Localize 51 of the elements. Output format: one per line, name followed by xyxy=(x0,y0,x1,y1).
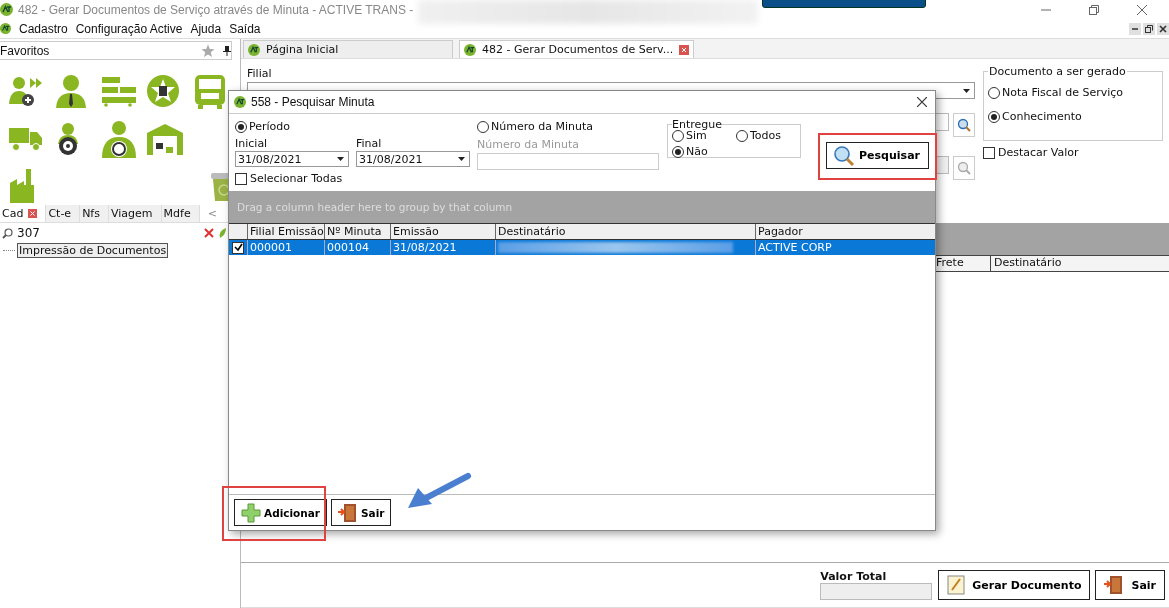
date-picker[interactable]: 31/08/2021 xyxy=(356,151,470,167)
search-button[interactable]: Pesquisar xyxy=(826,142,929,169)
tab[interactable]: Ct-e xyxy=(46,204,81,222)
table-cell: 000104 xyxy=(324,240,390,255)
tab[interactable]: Nfs xyxy=(80,204,109,222)
column-header[interactable]: Frete xyxy=(933,256,990,271)
scroll-left-button[interactable]: < xyxy=(199,206,225,220)
field-label: Final xyxy=(356,137,383,151)
column-header[interactable]: Emissão xyxy=(390,224,495,239)
radio-option[interactable]: Não xyxy=(672,145,736,159)
table-cell: 000001 xyxy=(247,240,324,255)
column-header[interactable]: Destinatário xyxy=(495,224,755,239)
column-header[interactable]: Nº Minuta xyxy=(324,224,390,239)
radio-option[interactable]: Período xyxy=(235,120,473,134)
column-header[interactable]: Filial Emissão xyxy=(247,224,324,239)
table-row[interactable]: 000001 000104 31/08/2021 ACTIVE CORP xyxy=(229,240,935,255)
field-label: Filial xyxy=(247,67,273,81)
exit-button[interactable]: Sair xyxy=(1095,570,1165,600)
menu-item[interactable]: Configuração Active xyxy=(75,21,183,36)
radio-option[interactable]: Nota Fiscal de Serviço xyxy=(988,86,1158,100)
field-label: Inicial xyxy=(235,137,269,151)
checkbox-option[interactable]: Destacar Valor xyxy=(983,146,1163,159)
group-title: Documento a ser gerado xyxy=(988,65,1127,78)
field-label: Número da Minuta xyxy=(477,138,580,152)
exit-button[interactable]: Sair xyxy=(331,499,392,526)
dialog-title: 558 - Pesquisar Minuta xyxy=(251,95,375,109)
generate-button[interactable]: Gerar Documento xyxy=(938,570,1091,600)
menu-item[interactable]: Saída xyxy=(229,21,261,36)
tab[interactable]: Viagem xyxy=(109,204,162,222)
window-title: 482 - Gerar Documentos de Serviço através de Minuta - ACTIVE TRANS - xyxy=(18,2,414,17)
document-tab[interactable]: Página Inicial xyxy=(243,40,453,58)
document-tab[interactable]: 482 - Gerar Documentos de Serv... xyxy=(459,40,695,58)
group-title: Entregue xyxy=(672,118,722,131)
column-header[interactable]: Destinatário xyxy=(990,256,1169,271)
date-picker[interactable]: 31/08/2021 xyxy=(235,151,349,167)
menu-item[interactable]: Ajuda xyxy=(190,21,222,36)
tab[interactable]: Cad xyxy=(0,204,47,222)
table-cell: ACTIVE CORP xyxy=(755,240,935,255)
menu-item[interactable]: Cadastro xyxy=(19,21,68,36)
checkbox-option[interactable]: Selecionar Todas xyxy=(235,172,473,185)
add-button[interactable]: Adicionar xyxy=(234,499,328,526)
total-label: Valor Total xyxy=(820,570,888,583)
radio-option[interactable]: Conhecimento xyxy=(988,110,1158,124)
radio-option[interactable]: Todos xyxy=(736,129,796,143)
table-cell: 31/08/2021 xyxy=(390,240,495,255)
radio-option[interactable]: Número da Minuta xyxy=(477,120,659,134)
favorites-title: Favoritos xyxy=(0,43,50,58)
search-field[interactable]: 307 xyxy=(17,226,200,240)
tree-item[interactable]: Impressão de Documentos xyxy=(17,243,169,258)
tab[interactable]: Mdfe xyxy=(161,204,200,222)
column-header[interactable]: Pagador xyxy=(755,224,935,239)
